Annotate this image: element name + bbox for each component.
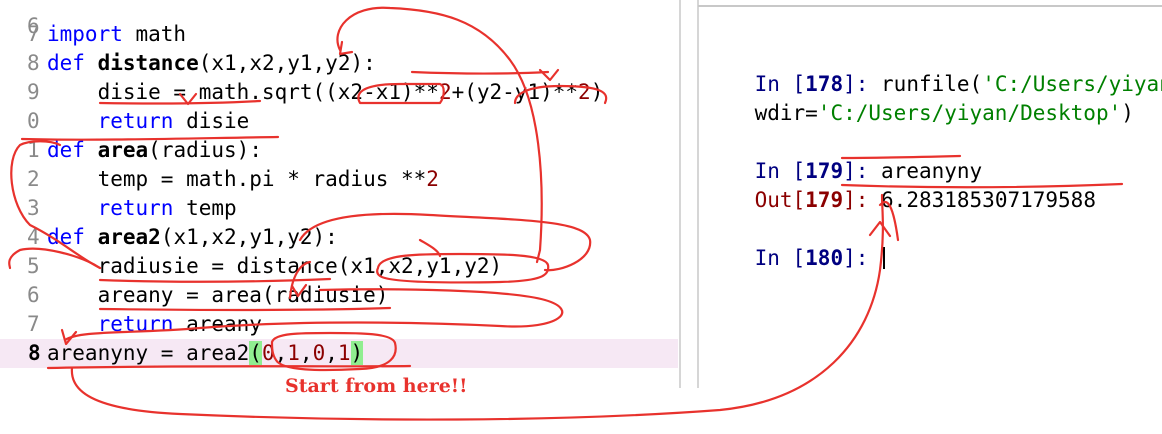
code-text: def area(radius): bbox=[47, 136, 262, 165]
line-number: 1 bbox=[27, 138, 40, 162]
code-token: (x1,x2,y1,y2): bbox=[198, 51, 376, 75]
console-input-continuation: wdir='C:/Users/yiyan/Desktop') bbox=[754, 101, 1134, 125]
line-number: 2 bbox=[27, 167, 40, 191]
console-top-border bbox=[698, 5, 1162, 7]
code-token: , bbox=[299, 341, 313, 365]
code-token: areany bbox=[173, 312, 262, 336]
code-line[interactable]: 9 disie = math.sqrt((x2-x1)**2+(y2-y1)**… bbox=[0, 78, 678, 107]
code-token: , bbox=[274, 341, 288, 365]
line-number: 4 bbox=[27, 225, 40, 249]
code-token: ) bbox=[590, 80, 604, 104]
code-token: temp = math.pi * radius ** bbox=[47, 167, 427, 191]
code-line[interactable]: 4 def area2(x1,x2,y1,y2): bbox=[0, 223, 678, 252]
code-text: import math bbox=[47, 20, 186, 49]
keyword-token: return bbox=[97, 312, 174, 336]
number-token: 0 bbox=[261, 341, 275, 365]
code-token: (x1,x2,y1,y2): bbox=[160, 225, 338, 249]
code-text: radiusie = distance(x1,x2,y1,y2) bbox=[47, 252, 503, 281]
keyword-token: def bbox=[47, 225, 85, 249]
line-number: 7 bbox=[27, 312, 40, 336]
matched-bracket: ) bbox=[350, 341, 364, 365]
pane-splitter[interactable] bbox=[679, 0, 681, 388]
line-number: 8 bbox=[28, 341, 41, 365]
code-token: , bbox=[325, 341, 338, 365]
line-number: 8 bbox=[27, 51, 40, 75]
console-output-value: 6.283185307179588 bbox=[881, 188, 1096, 212]
code-text: disie = math.sqrt((x2-x1)**2+(y2-y1)**2) bbox=[47, 78, 604, 107]
text-cursor bbox=[883, 247, 886, 269]
code-editor[interactable]: 6 7 import math 8 def distance(x1,x2,y1,y2)… bbox=[0, 0, 678, 434]
code-line[interactable]: 8 def distance(x1,x2,y1,y2): bbox=[0, 49, 678, 78]
line-number: 7 bbox=[27, 22, 40, 46]
code-line[interactable]: 2 temp = math.pi * radius **2 bbox=[0, 165, 678, 194]
code-line[interactable]: 5 radiusie = distance(x1,x2,y1,y2) bbox=[0, 252, 678, 281]
keyword-token: def bbox=[47, 138, 85, 162]
number-token: 1 bbox=[337, 341, 351, 365]
keyword-token: def bbox=[47, 51, 85, 75]
function-name-token: area bbox=[97, 138, 149, 162]
matched-bracket: ( bbox=[249, 341, 262, 365]
number-token: 1 bbox=[287, 341, 300, 365]
console-input-line: In [179]: areanyny bbox=[704, 128, 983, 183]
keyword-token: return bbox=[97, 196, 174, 220]
number-token: 2 bbox=[578, 80, 591, 104]
code-token: temp bbox=[173, 196, 237, 220]
code-text: temp = math.pi * radius **2 bbox=[47, 165, 439, 194]
line-number: 0 bbox=[27, 109, 40, 133]
line-number: 9 bbox=[27, 80, 40, 104]
code-text: return temp bbox=[47, 194, 237, 223]
number-token: 2 bbox=[426, 167, 439, 191]
code-token: disie bbox=[173, 109, 250, 133]
number-token: 0 bbox=[312, 341, 326, 365]
code-token: +(y2-y1)** bbox=[451, 80, 579, 104]
annotation-label: Start from here!! bbox=[285, 375, 468, 397]
code-line-current[interactable]: 8 areanyny = area2(0,1,0,1) bbox=[0, 339, 678, 368]
line-number: 3 bbox=[27, 196, 40, 220]
code-token: areanyny = area2 bbox=[47, 341, 250, 365]
code-token: (radius): bbox=[148, 138, 262, 162]
code-text: areany = area(radiusie) bbox=[47, 281, 389, 310]
console-input-line[interactable]: In [180]: bbox=[704, 215, 886, 270]
console-input-line: In [178]: runfile('C:/Users/yiyan bbox=[704, 41, 1162, 96]
code-line[interactable]: 3 return temp bbox=[0, 194, 678, 223]
code-line[interactable]: 1 def area(radius): bbox=[0, 136, 678, 165]
function-name-token: distance bbox=[97, 51, 199, 75]
code-line[interactable]: 6 areany = area(radiusie) bbox=[0, 281, 678, 310]
code-token: radiusie = distance(x1,x2,y1,y2) bbox=[47, 254, 503, 278]
line-number: 6 bbox=[27, 283, 40, 307]
code-line[interactable]: 7 import math bbox=[0, 20, 678, 49]
console-output-line: Out[179]: 6.283185307179588 bbox=[704, 157, 1096, 212]
number-token: 2 bbox=[438, 80, 452, 104]
code-text: def area2(x1,x2,y1,y2): bbox=[47, 223, 338, 252]
code-text: return areany bbox=[47, 310, 262, 339]
function-name-token: area2 bbox=[97, 225, 161, 249]
keyword-token: return bbox=[97, 109, 174, 133]
code-text: areanyny = area2(0,1,0,1) bbox=[47, 339, 364, 368]
code-line[interactable]: 7 return areany bbox=[0, 310, 678, 339]
line-number: 5 bbox=[27, 254, 40, 278]
input-prompt: In [180]: bbox=[754, 246, 882, 270]
code-line[interactable]: 0 return disie bbox=[0, 107, 678, 136]
code-token: math bbox=[122, 22, 187, 46]
code-token: disie = math.sqrt((x2-x1)** bbox=[47, 80, 439, 104]
keyword-token: import bbox=[47, 22, 123, 46]
code-text: def distance(x1,x2,y1,y2): bbox=[47, 49, 376, 78]
code-token: areany = area(radiusie) bbox=[47, 283, 389, 307]
code-text: return disie bbox=[47, 107, 250, 136]
code-line-partial: 6 bbox=[0, 0, 678, 38]
output-prompt: Out[179]: bbox=[754, 188, 882, 212]
ipython-console[interactable]: In [178]: runfile('C:/Users/yiyan wdir='… bbox=[699, 8, 1162, 388]
